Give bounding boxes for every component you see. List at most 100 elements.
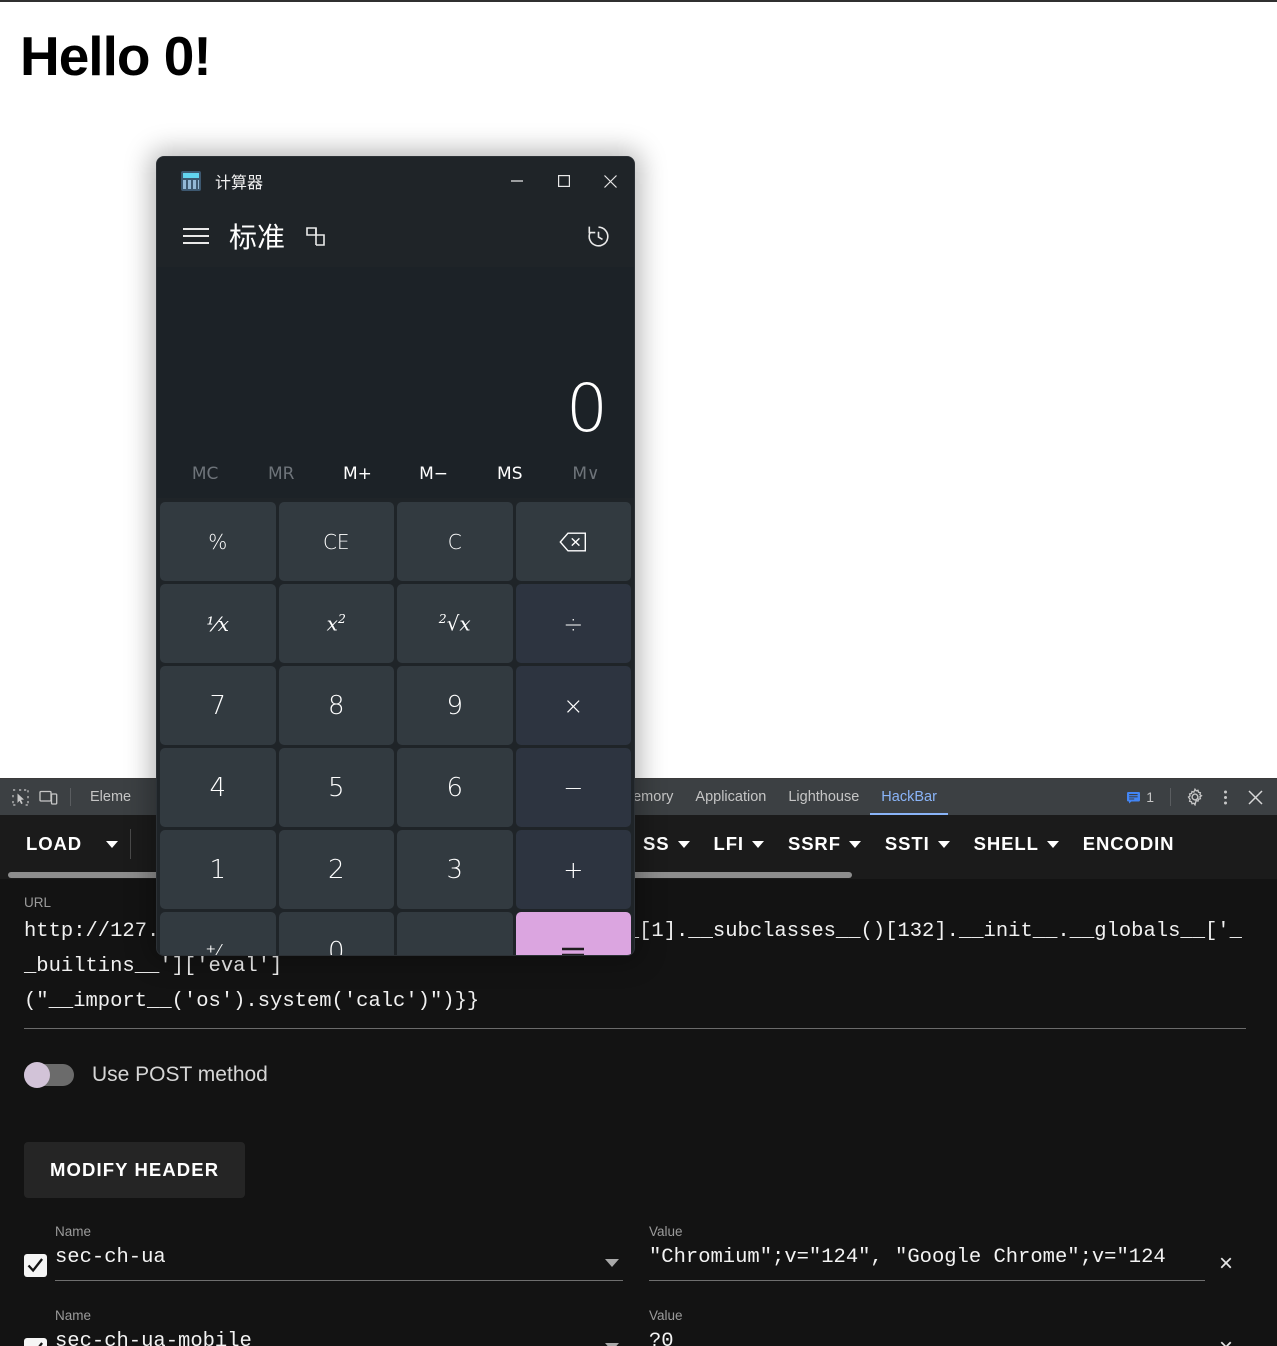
hackbar-button-label: ENCODIN <box>1082 833 1175 854</box>
header-value-field[interactable]: Value ?0 <box>649 1308 1205 1346</box>
hackbar-button-xss[interactable]: SS <box>631 833 701 855</box>
close-icon[interactable] <box>1241 783 1269 811</box>
devtools-toolbar-actions: 1 <box>1120 783 1277 811</box>
chevron-down-icon <box>677 840 690 848</box>
header-enabled-checkbox[interactable] <box>24 1338 47 1346</box>
actions-divider <box>1170 788 1171 806</box>
memory-button-mdropdown[interactable]: M∨ <box>548 464 624 484</box>
header-name-field[interactable]: Name sec-ch-ua <box>55 1224 623 1281</box>
chevron-down-icon <box>1046 840 1059 848</box>
remove-header-button[interactable]: × <box>1219 1249 1233 1279</box>
key-0[interactable]: 0 <box>278 912 394 955</box>
toggle-knob <box>24 1062 50 1088</box>
header-row: Name sec-ch-ua Value "Chromium";v="124",… <box>24 1224 1253 1287</box>
tab-elements[interactable]: Eleme <box>79 779 142 815</box>
post-method-toggle[interactable] <box>24 1062 74 1088</box>
memory-button-madd[interactable]: M+ <box>319 464 395 484</box>
hackbar-button-shell[interactable]: SHELL <box>962 833 1071 855</box>
hamburger-menu-icon[interactable] <box>183 223 209 249</box>
key-percent[interactable]: % <box>160 502 276 581</box>
gear-icon[interactable] <box>1181 783 1209 811</box>
key-8[interactable]: 8 <box>278 666 394 745</box>
key-9[interactable]: 9 <box>397 666 513 745</box>
header-name-input[interactable]: sec-ch-ua <box>55 1243 623 1273</box>
message-count-indicator[interactable]: 1 <box>1120 789 1160 805</box>
hackbar-button-label: SSRF <box>787 833 841 854</box>
load-button[interactable]: LOAD <box>22 833 94 855</box>
key-5[interactable]: 5 <box>278 748 394 827</box>
key-3[interactable]: 3 <box>397 830 513 909</box>
calculator-header: 标准 <box>157 205 634 267</box>
key-sign-toggle[interactable]: ⁺⁄₋ <box>160 912 276 955</box>
header-value-label: Value <box>649 1308 683 1323</box>
page-title: Hello 0! <box>20 25 212 87</box>
maximize-button[interactable] <box>540 157 587 205</box>
key-square-root[interactable]: 2√x <box>397 584 513 663</box>
post-method-toggle-row[interactable]: Use POST method <box>24 1062 1253 1088</box>
post-method-label: Use POST method <box>92 1063 268 1086</box>
url-value-line-2: ("__import__('os').system('calc')")}} <box>24 990 480 1013</box>
close-button[interactable] <box>587 157 634 205</box>
header-name-input[interactable]: sec-ch-ua-mobile <box>55 1327 623 1346</box>
keep-on-top-icon[interactable] <box>303 224 328 249</box>
key-7[interactable]: 7 <box>160 666 276 745</box>
key-6[interactable]: 6 <box>397 748 513 827</box>
url-input-underline <box>24 1028 1246 1029</box>
key-divide[interactable]: ÷ <box>515 584 631 663</box>
history-icon[interactable] <box>585 223 612 250</box>
key-subtract[interactable]: − <box>515 748 631 827</box>
memory-button-ms[interactable]: MS <box>472 464 548 484</box>
key-clear-entry[interactable]: CE <box>278 502 394 581</box>
calculator-display: 0 <box>157 267 634 450</box>
calculator-mode-label: 标准 <box>229 221 286 254</box>
key-decimal[interactable]: . <box>397 912 513 955</box>
tab-lighthouse[interactable]: Lighthouse <box>777 779 870 815</box>
tab-application[interactable]: Application <box>684 779 777 815</box>
key-equals[interactable] <box>515 912 631 955</box>
load-dropdown-button[interactable] <box>94 840 130 848</box>
header-enabled-checkbox[interactable] <box>24 1254 47 1277</box>
key-reciprocal[interactable]: ¹⁄x <box>160 584 276 663</box>
memory-button-mr[interactable]: MR <box>243 464 319 484</box>
hackbar-button-encoding[interactable]: ENCODIN <box>1071 833 1187 855</box>
header-name-label: Name <box>55 1308 92 1323</box>
memory-buttons-row: MC MR M+ M− MS M∨ <box>157 450 634 498</box>
hackbar-button-lfi[interactable]: LFI <box>702 833 776 855</box>
toolbar-separator <box>130 829 132 859</box>
key-backspace[interactable] <box>515 502 631 581</box>
key-add[interactable]: + <box>515 830 631 909</box>
hackbar-button-label: LFI <box>713 833 744 854</box>
header-value-input[interactable]: "Chromium";v="124", "Google Chrome";v="1… <box>649 1243 1205 1273</box>
header-name-field[interactable]: Name sec-ch-ua-mobile <box>55 1308 623 1346</box>
calculator-keypad: % CE C ¹⁄x x2 2√x ÷ 7 8 9 × 4 5 6 − 1 2 <box>157 498 634 955</box>
key-2[interactable]: 2 <box>278 830 394 909</box>
chevron-down-icon[interactable] <box>605 1259 619 1267</box>
header-rows: Name sec-ch-ua Value "Chromium";v="124",… <box>24 1224 1253 1346</box>
key-4[interactable]: 4 <box>160 748 276 827</box>
header-value-field[interactable]: Value "Chromium";v="124", "Google Chrome… <box>649 1224 1205 1281</box>
inspect-element-icon[interactable] <box>6 783 34 811</box>
tab-hackbar[interactable]: HackBar <box>870 779 948 815</box>
device-toolbar-icon[interactable] <box>34 783 62 811</box>
calculator-window-title: 计算器 <box>215 173 264 192</box>
calculator-app-icon <box>181 171 201 191</box>
key-square[interactable]: x2 <box>278 584 394 663</box>
key-clear[interactable]: C <box>397 502 513 581</box>
key-1[interactable]: 1 <box>160 830 276 909</box>
checkmark-icon <box>27 1258 44 1273</box>
hackbar-button-ssrf[interactable]: SSRF <box>776 833 873 855</box>
memory-button-msub[interactable]: M− <box>396 464 472 484</box>
calculator-titlebar[interactable]: 计算器 <box>157 157 634 205</box>
header-value-underline <box>649 1280 1205 1281</box>
header-value-label: Value <box>649 1224 683 1239</box>
window-controls <box>493 157 634 205</box>
screenshot-root: Hello 0! Eleme emory Application Lightho… <box>0 0 1277 1346</box>
hackbar-button-ssti[interactable]: SSTI <box>873 833 962 855</box>
equals-icon <box>562 947 585 955</box>
key-multiply[interactable]: × <box>515 666 631 745</box>
minimize-button[interactable] <box>493 157 540 205</box>
close-icon <box>604 174 617 188</box>
memory-button-mc[interactable]: MC <box>167 464 243 484</box>
more-vertical-icon[interactable] <box>1211 783 1239 811</box>
modify-header-button[interactable]: MODIFY HEADER <box>24 1142 246 1198</box>
